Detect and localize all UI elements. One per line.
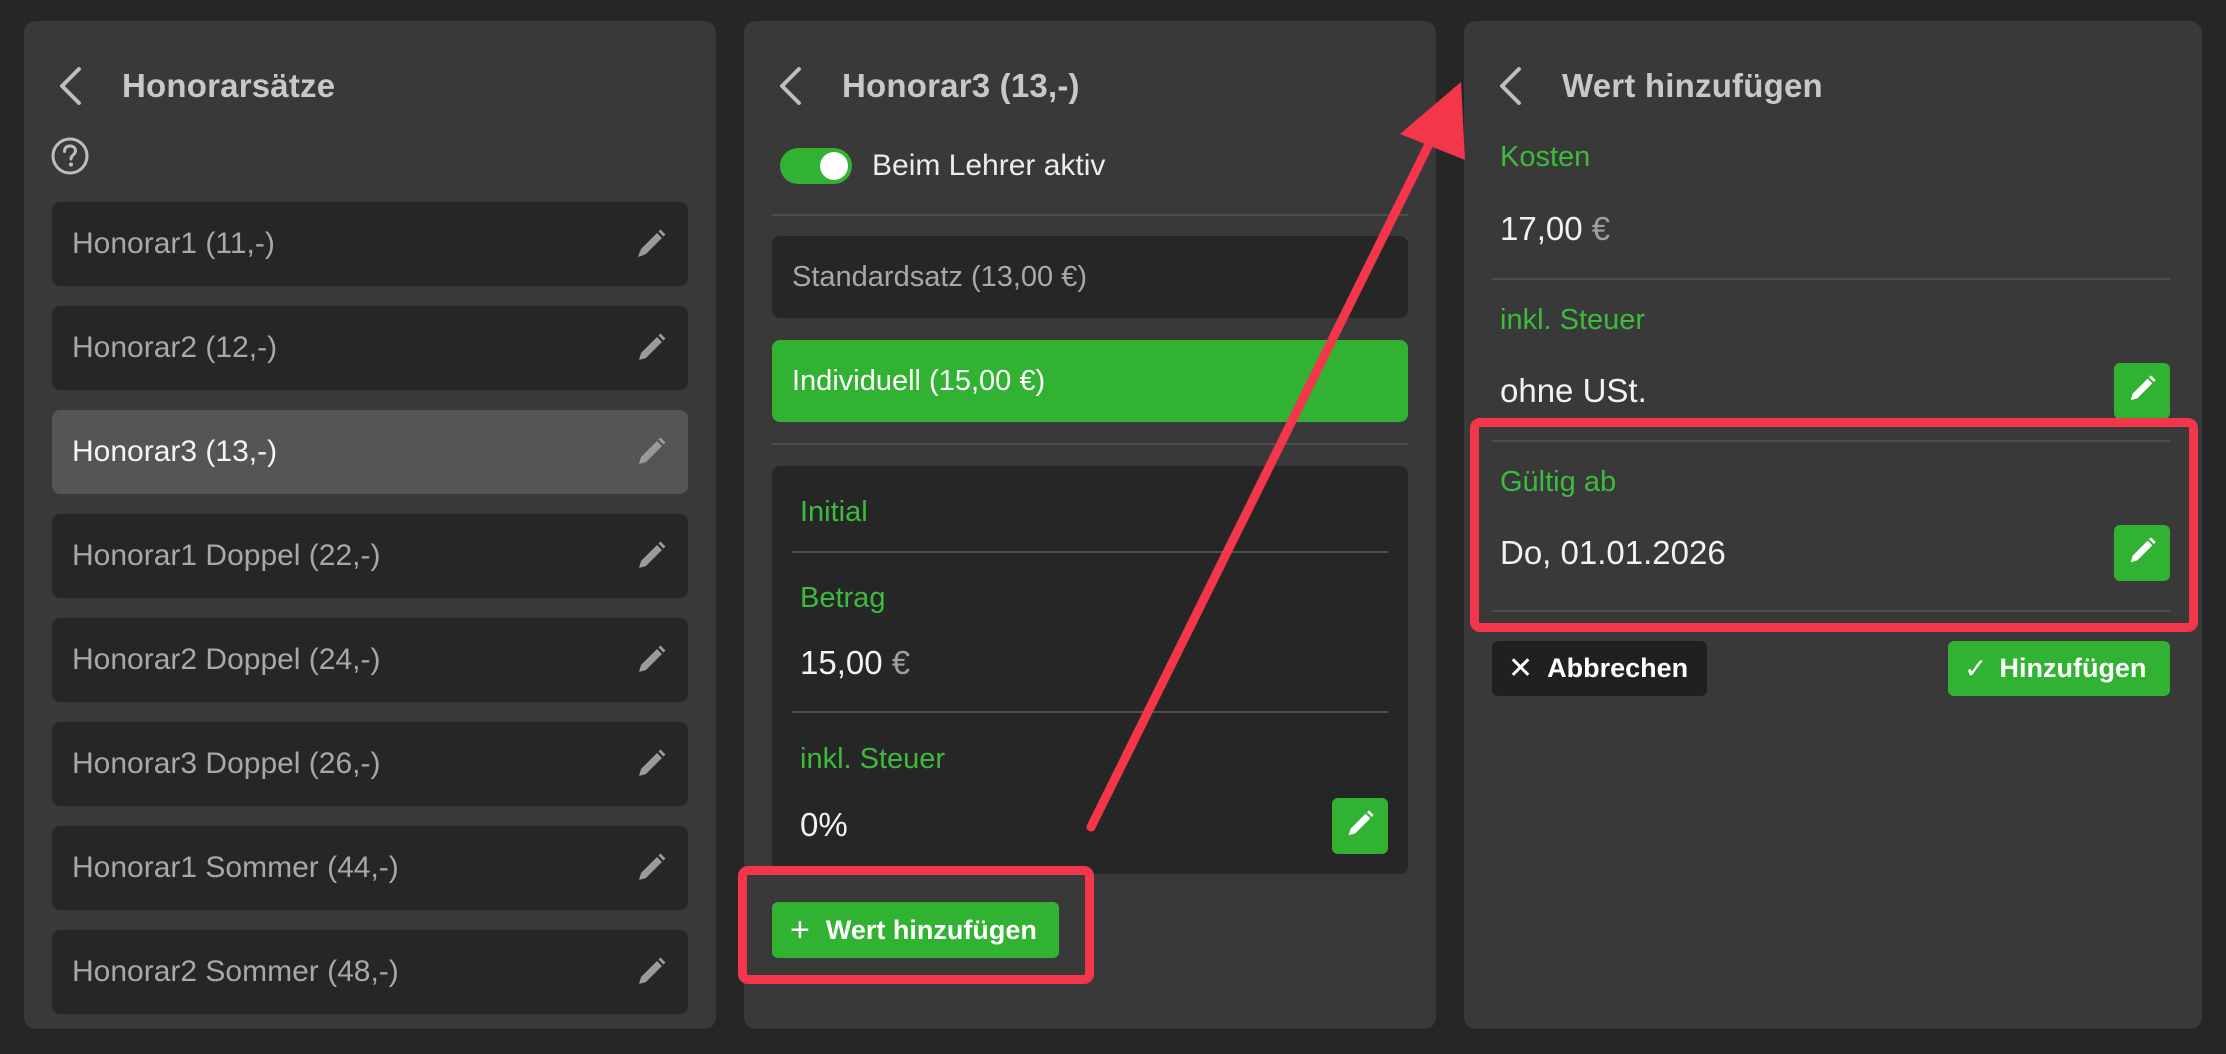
divider bbox=[772, 214, 1408, 216]
list-item[interactable]: Honorar2 (12,-) bbox=[52, 306, 688, 390]
list-item[interactable]: Honorar1 Sommer (44,-) bbox=[52, 826, 688, 910]
rate-label: Honorar2 (12,-) bbox=[72, 331, 278, 364]
initial-value-card: Initial Betrag 15,00 € inkl. Steuer 0% bbox=[772, 466, 1408, 874]
list-item[interactable]: Honorar3 Doppel (26,-) bbox=[52, 722, 688, 806]
edit-tax-button[interactable] bbox=[2114, 363, 2170, 419]
amount-label: Betrag bbox=[800, 582, 886, 614]
rate-label: Honorar2 Doppel (24,-) bbox=[72, 643, 381, 676]
tax-value: ohne USt. bbox=[1500, 372, 1647, 409]
pencil-icon[interactable] bbox=[634, 851, 668, 885]
cost-number: 17,00 bbox=[1500, 210, 1583, 247]
rate-list: Honorar1 (11,-) Honorar2 (12,-) Honorar3… bbox=[52, 202, 688, 1034]
toggle-label: Beim Lehrer aktiv bbox=[872, 149, 1106, 182]
list-item[interactable]: Honorar2 Doppel (24,-) bbox=[52, 618, 688, 702]
pencil-icon[interactable] bbox=[634, 955, 668, 989]
page-title: Honorarsätze bbox=[122, 67, 336, 104]
annotation-highlight-add-button bbox=[738, 866, 1094, 984]
pencil-icon[interactable] bbox=[634, 747, 668, 781]
detail-header: Honorar3 (13,-) bbox=[744, 41, 1436, 131]
pencil-icon[interactable] bbox=[634, 331, 668, 365]
page-title: Wert hinzufügen bbox=[1562, 67, 1823, 104]
list-item[interactable]: Honorar1 (11,-) bbox=[52, 202, 688, 286]
pencil-icon bbox=[2126, 373, 2158, 410]
tax-label: inkl. Steuer bbox=[800, 743, 946, 775]
cost-value: 17,00 € bbox=[1500, 210, 1610, 248]
rate-label: Honorar2 Sommer (48,-) bbox=[72, 955, 399, 988]
list-item[interactable]: Honorar2 Sommer (48,-) bbox=[52, 930, 688, 1014]
rates-panel: Honorarsätze Honorar1 (11,-) Honorar2 (1… bbox=[24, 21, 716, 1029]
edit-tax-button[interactable] bbox=[1332, 798, 1388, 854]
list-item[interactable]: Honorar1 Doppel (22,-) bbox=[52, 514, 688, 598]
amount-unit: € bbox=[891, 644, 911, 681]
check-icon: ✓ bbox=[1964, 653, 1988, 684]
cancel-label: Abbrechen bbox=[1547, 653, 1689, 683]
chevron-left-icon[interactable] bbox=[50, 66, 90, 106]
add-value-header: Wert hinzufügen bbox=[1464, 41, 2202, 131]
rate-label: Honorar1 (11,-) bbox=[72, 227, 275, 260]
confirm-add-button[interactable]: ✓ Hinzufügen bbox=[1948, 641, 2170, 696]
help-circle-icon[interactable] bbox=[50, 136, 90, 176]
pencil-icon[interactable] bbox=[634, 643, 668, 677]
cost-unit: € bbox=[1591, 210, 1611, 247]
pencil-icon[interactable] bbox=[634, 539, 668, 573]
chevron-left-icon[interactable] bbox=[1490, 66, 1530, 106]
tax-label: inkl. Steuer bbox=[1500, 304, 1646, 336]
amount-number: 15,00 bbox=[800, 644, 883, 681]
divider bbox=[1492, 278, 2170, 280]
divider bbox=[772, 443, 1408, 445]
pencil-icon[interactable] bbox=[634, 227, 668, 261]
confirm-label: Hinzufügen bbox=[1999, 653, 2147, 683]
rate-label: Honorar3 Doppel (26,-) bbox=[72, 747, 381, 780]
teacher-active-row: Beim Lehrer aktiv bbox=[780, 141, 1105, 191]
rate-label: Honorar1 Doppel (22,-) bbox=[72, 539, 381, 572]
individual-rate-option[interactable]: Individuell (15,00 €) bbox=[772, 340, 1408, 422]
rate-label: Honorar1 Sommer (44,-) bbox=[72, 851, 399, 884]
page-title: Honorar3 (13,-) bbox=[842, 67, 1080, 104]
pencil-icon[interactable] bbox=[634, 435, 668, 469]
rates-header: Honorarsätze bbox=[24, 41, 716, 131]
cost-label: Kosten bbox=[1500, 141, 1591, 173]
pencil-icon bbox=[1344, 808, 1376, 845]
list-item-selected[interactable]: Honorar3 (13,-) bbox=[52, 410, 688, 494]
teacher-active-toggle[interactable] bbox=[780, 148, 852, 184]
initial-label: Initial bbox=[800, 496, 868, 528]
annotation-highlight-valid-from bbox=[1470, 418, 2198, 632]
standard-rate-option[interactable]: Standardsatz (13,00 €) bbox=[772, 236, 1408, 318]
tax-value: 0% bbox=[800, 806, 848, 843]
rate-label: Honorar3 (13,-) bbox=[72, 435, 278, 468]
chevron-left-icon[interactable] bbox=[770, 66, 810, 106]
close-icon: ✕ bbox=[1508, 652, 1534, 685]
divider bbox=[792, 551, 1388, 553]
cancel-button[interactable]: ✕ Abbrechen bbox=[1492, 641, 1707, 696]
amount-value: 15,00 € bbox=[800, 644, 910, 682]
divider bbox=[792, 711, 1388, 713]
